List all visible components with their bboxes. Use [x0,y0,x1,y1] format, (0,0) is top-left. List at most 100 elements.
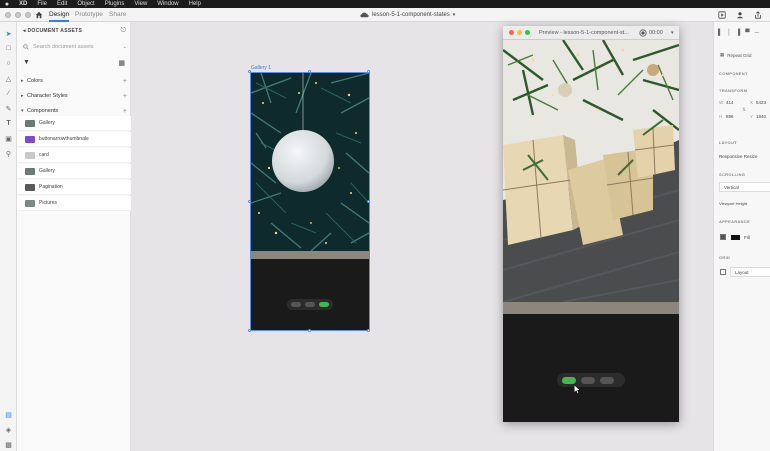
lock-aspect-icon[interactable]: ⇅ [742,107,746,113]
scrolling-select[interactable]: Vertical [719,182,770,192]
component-item[interactable]: Pagination [17,180,131,195]
user-icon[interactable] [736,11,744,19]
assets-panel-icon[interactable]: ▤ [4,410,13,419]
pagination [557,373,625,387]
filter-icon[interactable]: ▼ [23,59,30,66]
tab-share[interactable]: Share [109,11,126,18]
repeat-grid-icon: ▦ [720,52,725,57]
resize-handle[interactable] [308,329,311,332]
component-thumbnail [25,167,35,175]
repeat-grid-button[interactable]: ▦ Repeat Grid [720,50,770,60]
resize-handle[interactable] [308,70,311,73]
document-title[interactable]: lesson-5-1-component-states ▾ [360,12,455,18]
scrolling-section-label: SCROLLING [719,172,746,177]
menu-file[interactable]: File [32,1,52,7]
width-field[interactable]: 414 [726,100,734,105]
export-icon[interactable]: ⎋ [120,27,126,35]
title-bar: Design Prototype Share lesson-5-1-compon… [0,8,770,22]
component-item[interactable]: Pictures [17,196,131,211]
close-window-button[interactable] [5,12,11,18]
search-assets[interactable]: Search document assets ⌄ [23,42,127,52]
y-field[interactable]: 1840 [756,114,766,119]
zoom-preview-button[interactable] [525,30,530,35]
tab-prototype[interactable]: Prototype [75,11,103,18]
fill-checkbox[interactable] [720,234,726,240]
section-components[interactable]: ▾ Components + [21,108,127,115]
close-preview-button[interactable] [509,30,514,35]
resize-handle[interactable] [367,329,370,332]
mouse-cursor-icon [574,385,581,394]
record-icon[interactable] [639,29,647,37]
align-middle-icon[interactable]: ─ [755,30,759,36]
home-icon[interactable] [35,11,43,19]
align-top-icon[interactable]: ▀ [745,30,749,36]
y-label: Y [750,114,754,119]
layers-panel-icon[interactable]: ◈ [4,425,13,434]
menu-view[interactable]: View [129,1,152,7]
pagination-dot[interactable] [581,376,595,384]
add-color-icon[interactable]: + [123,78,127,85]
component-item[interactable]: buttonarrowthumbnale [17,132,131,147]
fill-label: Fill [744,235,750,240]
align-center-icon[interactable]: │ [727,30,731,36]
pen-tool-icon[interactable]: ✎ [4,104,13,113]
chevron-down-icon[interactable]: ▾ [671,30,674,36]
select-tool-icon[interactable]: ➤ [4,29,13,38]
plugins-panel-icon[interactable]: ▩ [4,440,13,449]
height-field[interactable]: 896 [726,114,734,119]
menu-help[interactable]: Help [184,1,206,7]
text-tool-icon[interactable]: T [4,119,13,128]
grid-type-select[interactable]: Layout [730,267,770,277]
component-item[interactable]: Gallery [17,164,131,179]
line-tool-icon[interactable]: ∕ [4,89,13,98]
resize-handle[interactable] [248,70,251,73]
zoom-window-button[interactable] [25,12,31,18]
collapse-arrow-icon[interactable]: ◂ [23,28,26,34]
add-component-icon[interactable]: + [123,108,127,115]
polygon-tool-icon[interactable]: △ [4,74,13,83]
grid-checkbox[interactable] [720,269,726,275]
section-character-styles[interactable]: ▸ Character Styles + [21,93,127,100]
share-icon[interactable] [754,11,762,19]
menu-app[interactable]: XD [14,1,32,7]
preview-window[interactable]: Preview - lesson-5-1-component-st... 00:… [503,26,679,422]
minimize-preview-button[interactable] [517,30,522,35]
pagination-dot-active[interactable] [562,376,576,384]
fill-color-swatch[interactable] [731,235,740,240]
resize-handle[interactable] [248,200,251,203]
section-label: Components [27,108,59,114]
menu-edit[interactable]: Edit [52,1,72,7]
play-preview-icon[interactable] [718,11,726,19]
x-label: X [750,100,754,105]
apple-icon[interactable]: ● [0,1,14,8]
resize-handle[interactable] [248,329,251,332]
resize-handle[interactable] [367,70,370,73]
pagination-dot[interactable] [600,376,614,384]
section-colors[interactable]: ▸ Colors + [21,78,127,85]
menu-window[interactable]: Window [152,1,183,7]
zoom-tool-icon[interactable]: ⚲ [4,149,13,158]
transform-section-label: TRANSFORM [719,88,748,93]
rectangle-tool-icon[interactable]: □ [4,44,13,53]
artboard-label[interactable]: Gallery 1 [251,65,271,71]
align-right-icon[interactable]: ▐ [736,30,740,36]
preview-title-bar: Preview - lesson-5-1-component-st... 00:… [503,26,679,40]
scrolling-value: Vertical [724,185,739,190]
minimize-window-button[interactable] [15,12,21,18]
responsive-resize-toggle[interactable]: Responsive Resize [719,154,758,159]
ellipse-tool-icon[interactable]: ○ [4,59,13,68]
x-field[interactable]: 5423 [756,100,766,105]
add-character-style-icon[interactable]: + [123,93,127,100]
component-item[interactable]: card [17,148,131,163]
artboard-tool-icon[interactable]: ▣ [4,134,13,143]
menu-plugins[interactable]: Plugins [100,1,130,7]
grid-view-icon[interactable]: ▦ [118,59,125,67]
component-thumbnail [25,119,35,127]
component-item[interactable]: Gallery [17,116,131,131]
resize-handle[interactable] [367,200,370,203]
menu-object[interactable]: Object [72,1,99,7]
tool-bar: ➤ □ ○ △ ∕ ✎ T ▣ ⚲ ▤ ◈ ▩ [0,22,17,451]
appearance-section-label: APPEARANCE [719,219,751,224]
align-left-icon[interactable]: ▌ [718,30,722,36]
tab-design[interactable]: Design [49,11,69,18]
